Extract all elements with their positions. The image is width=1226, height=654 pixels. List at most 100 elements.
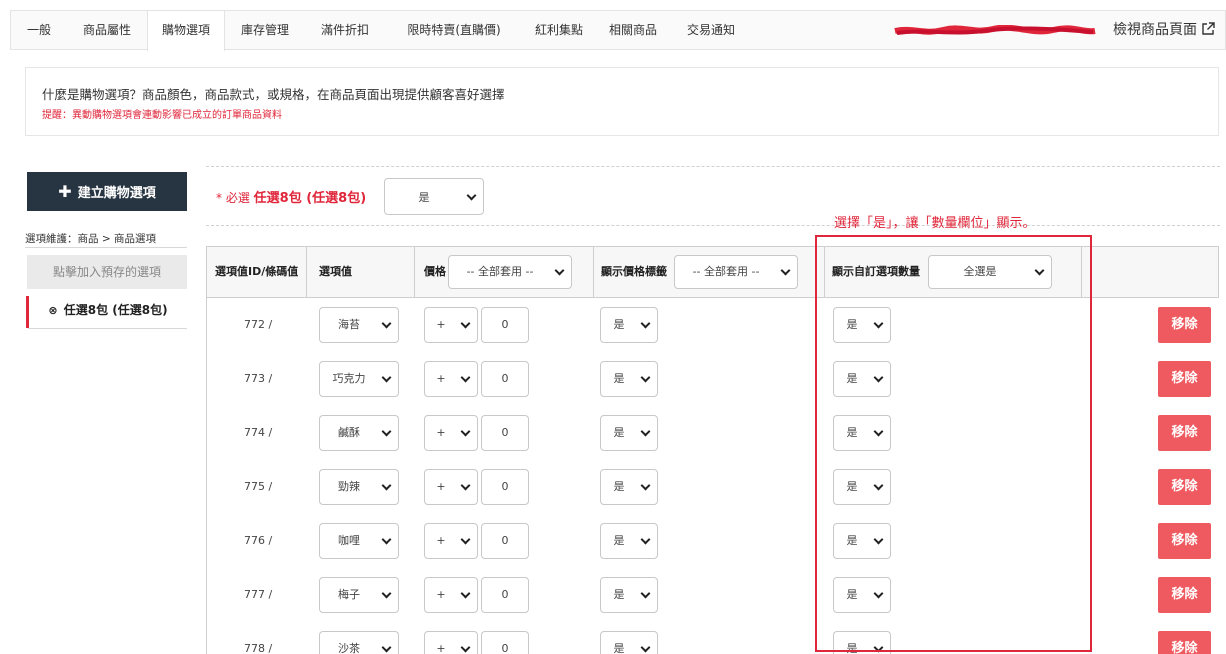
tab-general[interactable]: 一般 [11,11,67,50]
show-quantity-select[interactable]: 是 [833,577,891,613]
table-row: 778 / 沙茶 + 0 是 是 移除 [207,622,1219,654]
chevron-down-icon [460,588,471,599]
show-quantity-select[interactable]: 是 [833,523,891,559]
price-apply-all-select[interactable]: -- 全部套用 -- [448,255,572,289]
chevron-down-icon [640,372,651,383]
options-table-body: 772 / 海苔 + 0 是 是 移除 773 / 巧克力 + 0 是 是 移除… [206,298,1219,654]
show-price-tag-select[interactable]: 是 [600,415,658,451]
option-value-select[interactable]: 海苔 [319,307,399,343]
price-input[interactable]: 0 [481,415,529,451]
show-quantity-select[interactable]: 是 [833,415,891,451]
create-option-button[interactable]: ✚ 建立購物選項 [27,172,187,211]
row-id: 774 / [244,426,273,439]
remove-button[interactable]: 移除 [1158,415,1211,451]
required-select[interactable]: 是 [384,178,484,215]
tab-attributes[interactable]: 商品屬性 [67,11,147,50]
price-input[interactable]: 0 [481,631,529,654]
price-sign: + [436,318,446,331]
remove-circle-icon[interactable]: ⊗ [48,304,57,317]
tab-shopping-options[interactable]: 購物選項 [147,11,225,51]
row-id: 777 / [244,588,273,601]
add-preset-option-button[interactable]: 點擊加入預存的選項 [27,255,187,289]
show-price-tag-value: 是 [613,642,625,654]
price-sign-select[interactable]: + [424,307,478,343]
tab-flash-sale[interactable]: 限時特賣(直購價) [385,11,523,50]
price-sign: + [436,480,446,493]
chevron-down-icon [640,426,651,437]
show-quantity-select[interactable]: 是 [833,307,891,343]
remove-button[interactable]: 移除 [1158,469,1211,505]
price-sign-select[interactable]: + [424,577,478,613]
chevron-down-icon [381,426,392,437]
remove-button[interactable]: 移除 [1158,307,1211,343]
show-quantity-value: 是 [846,534,858,547]
table-row: 776 / 咖哩 + 0 是 是 移除 [207,514,1219,568]
tab-bonus-points[interactable]: 紅利集點 [523,11,595,50]
show-quantity-select[interactable]: 是 [833,631,891,654]
show-price-tag-select[interactable]: 是 [600,361,658,397]
show-price-tag-select[interactable]: 是 [600,523,658,559]
price-input[interactable]: 0 [481,307,529,343]
show-price-tag-select[interactable]: 是 [600,307,658,343]
show-tag-apply-all-value: -- 全部套用 -- [692,265,760,278]
show-quantity-select[interactable]: 是 [833,361,891,397]
remove-button[interactable]: 移除 [1158,631,1211,654]
column-divider [306,247,307,297]
price-sign-select[interactable]: + [424,469,478,505]
view-product-page-link[interactable]: 檢視商品頁面 [1113,11,1215,50]
chevron-down-icon [460,426,471,437]
tab-inventory[interactable]: 庫存管理 [225,11,305,50]
column-divider [414,247,415,297]
chevron-down-icon [460,642,471,653]
chevron-down-icon [1034,265,1045,276]
price-input[interactable]: 0 [481,577,529,613]
price-sign-select[interactable]: + [424,415,478,451]
show-quantity-select[interactable]: 是 [833,469,891,505]
price-sign: + [436,534,446,547]
remove-button[interactable]: 移除 [1158,577,1211,613]
price-sign-select[interactable]: + [424,523,478,559]
info-box: 什麼是購物選項？商品顏色，商品款式，或規格，在商品頁面出現提供顧客喜好選擇 提醒… [25,67,1219,136]
column-divider [1081,247,1082,297]
remove-button[interactable]: 移除 [1158,361,1211,397]
option-value: 勁辣 [338,480,360,493]
price-input[interactable]: 0 [481,523,529,559]
price-input[interactable]: 0 [481,361,529,397]
option-value-select[interactable]: 巧克力 [319,361,399,397]
option-value: 鹹酥 [338,426,360,439]
required-option-label: * 必選 任選8包 (任選8包) [216,187,366,206]
show-price-tag-select[interactable]: 是 [600,631,658,654]
show-quantity-apply-all-select[interactable]: 全選是 [928,255,1052,289]
table-row: 774 / 鹹酥 + 0 是 是 移除 [207,406,1219,460]
tab-related-products[interactable]: 相關商品 [595,11,671,50]
chevron-down-icon [780,265,791,276]
show-price-tag-value: 是 [613,534,625,547]
tab-transaction-notice[interactable]: 交易通知 [671,11,751,50]
column-divider [593,247,594,297]
price-sign-select[interactable]: + [424,631,478,654]
show-price-tag-select[interactable]: 是 [600,577,658,613]
remove-button[interactable]: 移除 [1158,523,1211,559]
option-value-select[interactable]: 鹹酥 [319,415,399,451]
chevron-down-icon [873,534,884,545]
option-value-select[interactable]: 勁辣 [319,469,399,505]
chevron-down-icon [460,318,471,329]
price-input[interactable]: 0 [481,469,529,505]
row-id: 775 / [244,480,273,493]
show-quantity-apply-all-value: 全選是 [963,265,997,278]
info-title: 什麼是購物選項？商品顏色，商品款式，或規格，在商品頁面出現提供顧客喜好選擇 [42,87,505,102]
chevron-down-icon [381,534,392,545]
chevron-down-icon [873,318,884,329]
table-row: 772 / 海苔 + 0 是 是 移除 [207,298,1219,352]
show-price-tag-select[interactable]: 是 [600,469,658,505]
option-value-select[interactable]: 咖哩 [319,523,399,559]
sidebar-option-item[interactable]: ⊗ 任選8包 (任選8包) [26,296,187,328]
show-tag-apply-all-select[interactable]: -- 全部套用 -- [674,255,798,289]
option-value-select[interactable]: 梅子 [319,577,399,613]
option-value-select[interactable]: 沙茶 [319,631,399,654]
redaction-scribble [894,25,1096,35]
tab-bulk-discount[interactable]: 滿件折扣 [305,11,385,50]
header-price: 價格 [424,265,446,278]
price-sign-select[interactable]: + [424,361,478,397]
chevron-down-icon [873,426,884,437]
